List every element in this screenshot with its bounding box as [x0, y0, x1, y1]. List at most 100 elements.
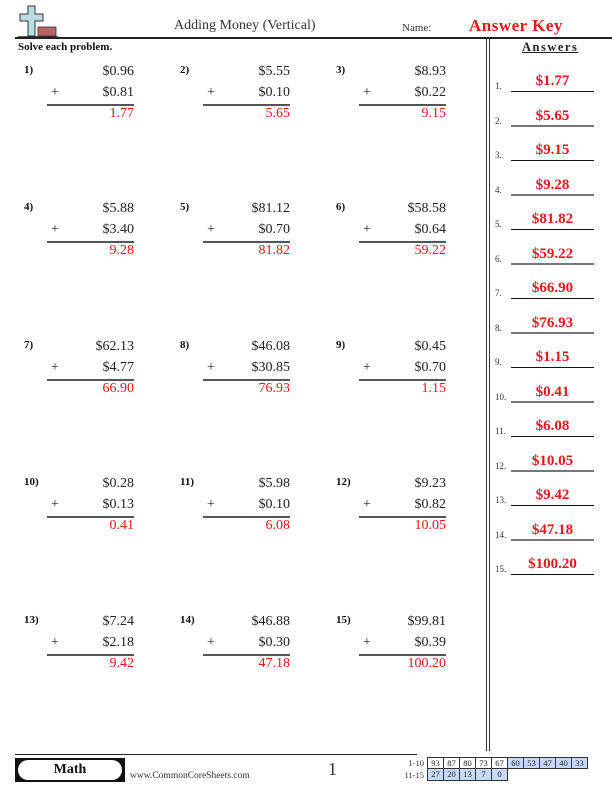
problem-number: 1)	[24, 64, 34, 76]
score-cell: 40	[555, 757, 572, 769]
answer-row-15: 15. $100.20	[495, 553, 607, 575]
sum-answer: 100.20	[407, 656, 447, 671]
addend-top: $5.98	[258, 476, 291, 491]
problem-15: 15) $99.81 + $0.39 100.20	[336, 614, 446, 684]
plus-operator: +	[51, 360, 59, 375]
answer-number: 12.	[495, 460, 507, 471]
score-cell: 67	[491, 757, 508, 769]
header-divider	[15, 37, 612, 39]
answer-number: 11.	[495, 426, 506, 436]
answer-number: 1.	[495, 81, 502, 91]
answer-number: 10.	[495, 391, 507, 402]
addend-bottom: $30.85	[251, 360, 291, 375]
plus-operator: +	[207, 360, 215, 375]
answer-blank-line	[511, 331, 594, 334]
score-cell: 73	[475, 757, 492, 769]
plus-operator: +	[363, 222, 371, 237]
answers-column-divider	[486, 39, 490, 751]
problem-14: 14) $46.88 + $0.30 47.18	[180, 614, 290, 684]
score-cell: 60	[507, 757, 524, 769]
answer-value: $66.90	[531, 280, 574, 296]
score-row: 1-10 93 87 80 73 67 60 53 47 40 33	[380, 757, 588, 769]
addend-bottom: $0.10	[258, 497, 291, 512]
answer-number: 7.	[495, 288, 502, 298]
answer-number: 2.	[495, 115, 502, 126]
addend-top: $9.23	[414, 476, 447, 491]
problem-12: 12) $9.23 + $0.82 10.05	[336, 476, 446, 546]
problem-number: 10)	[24, 476, 39, 488]
score-cell: 87	[443, 757, 460, 769]
plus-operator: +	[207, 222, 215, 237]
problem-9: 9) $0.45 + $0.70 1.15	[336, 339, 446, 409]
score-row-label: 1-10	[408, 758, 424, 768]
problem-2: 2) $5.55 + $0.10 5.65	[180, 64, 290, 134]
problem-number: 11)	[180, 476, 195, 488]
answer-value: $76.93	[531, 314, 574, 331]
problem-10: 10) $0.28 + $0.13 0.41	[24, 476, 134, 546]
answer-blank-line	[511, 435, 594, 437]
sum-answer: 59.22	[414, 243, 447, 258]
addend-top: $8.93	[414, 64, 447, 79]
website-link[interactable]: www.CommonCoreSheets.com	[130, 771, 250, 781]
name-label: Name:	[402, 22, 432, 34]
addend-bottom: $0.13	[102, 497, 135, 512]
answer-row-2: 2. $5.65	[495, 105, 607, 127]
answer-value: $59.22	[531, 245, 574, 262]
sum-answer: 9.15	[421, 106, 447, 121]
answer-number: 4.	[495, 184, 502, 195]
problem-number: 6)	[336, 201, 346, 213]
answer-value: $0.41	[535, 383, 570, 400]
problem-number: 14)	[180, 614, 195, 626]
answer-number: 14.	[495, 529, 507, 540]
answer-blank-line	[511, 159, 594, 161]
sum-answer: 5.65	[265, 106, 291, 121]
problem-11: 11) $5.98 + $0.10 6.08	[180, 476, 290, 546]
answer-blank-line	[511, 573, 594, 575]
plus-operator: +	[363, 635, 371, 650]
answer-number: 9.	[495, 357, 502, 367]
addend-bottom: $2.18	[102, 635, 135, 650]
answer-blank-line	[511, 504, 594, 506]
answer-key-label: Answer Key	[469, 16, 563, 35]
answer-row-8: 8. $76.93	[495, 312, 607, 334]
sum-answer: 66.90	[102, 381, 135, 396]
sum-answer: 9.42	[109, 656, 135, 671]
problem-number: 2)	[180, 64, 190, 76]
score-cell: 47	[539, 757, 556, 769]
problem-number: 13)	[24, 614, 39, 626]
answer-blank-line	[511, 262, 594, 265]
answer-row-10: 10. $0.41	[495, 381, 607, 403]
instructions: Solve each problem.	[18, 41, 113, 53]
problem-number: 12)	[336, 476, 351, 488]
answer-value: $5.65	[535, 107, 570, 124]
addend-bottom: $0.39	[414, 635, 447, 650]
worksheet-title: Adding Money (Vertical)	[174, 18, 316, 33]
answer-row-4: 4. $9.28	[495, 174, 607, 196]
answer-value: $6.08	[535, 418, 570, 434]
answer-row-6: 6. $59.22	[495, 243, 607, 265]
answer-row-3: 3. $9.15	[495, 139, 607, 161]
answer-number: 8.	[495, 322, 502, 333]
plus-operator: +	[207, 497, 215, 512]
problem-8: 8) $46.08 + $30.85 76.93	[180, 339, 290, 409]
addend-top: $46.08	[251, 339, 291, 354]
answer-value: $9.15	[535, 142, 570, 158]
addend-top: $46.88	[251, 614, 291, 629]
addend-top: $5.88	[102, 201, 135, 216]
addend-bottom: $3.40	[102, 222, 135, 237]
answer-number: 5.	[495, 219, 502, 229]
answer-blank-line	[511, 228, 594, 230]
problem-number: 3)	[336, 64, 346, 76]
addend-top: $5.55	[258, 64, 291, 79]
sum-answer: 6.08	[265, 518, 291, 533]
score-cell: 33	[571, 757, 588, 769]
page-number: 1	[328, 759, 337, 779]
addend-top: $7.24	[102, 614, 135, 629]
plus-operator: +	[51, 85, 59, 100]
answer-number: 15.	[495, 564, 507, 574]
addend-top: $99.81	[407, 614, 447, 629]
score-cell: 20	[443, 769, 460, 781]
plus-operator: +	[51, 222, 59, 237]
answer-value: $100.20	[528, 556, 577, 572]
addend-top: $0.45	[414, 339, 447, 354]
